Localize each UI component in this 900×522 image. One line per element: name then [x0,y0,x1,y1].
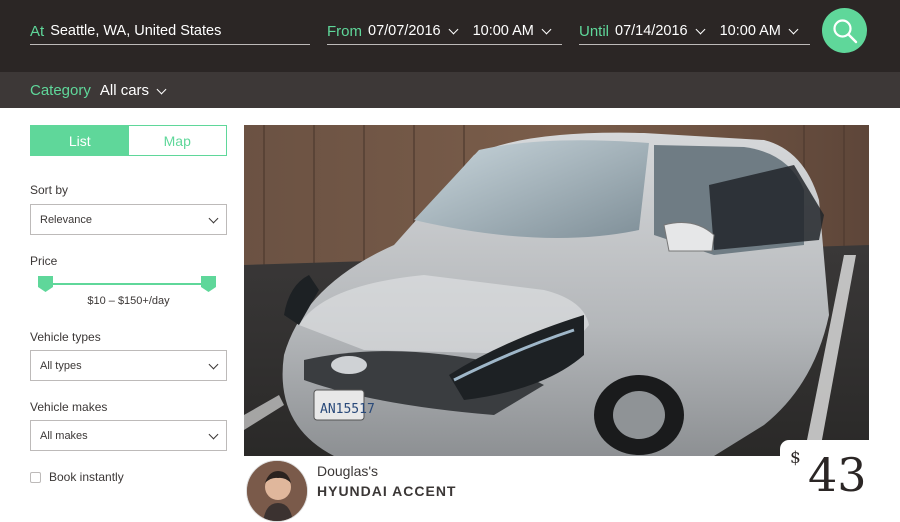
until-label: Until [579,23,610,40]
vehicle-makes-label: Vehicle makes [30,400,108,414]
location-input[interactable]: Seattle, WA, United States [50,23,221,39]
price-amount: 43 [808,448,867,502]
chevron-down-icon [208,213,219,224]
svg-text:AN15517: AN15517 [320,402,375,417]
search-icon [832,18,857,43]
price-range-text: $10 – $150+/day [87,295,170,307]
category-select[interactable]: All cars [100,82,149,99]
owner-name: Douglas's [317,463,379,479]
book-instantly-checkbox[interactable] [30,471,41,483]
sort-by-label: Sort by [30,183,69,197]
category-bar: Category All cars [0,72,900,108]
price-slider-track [45,283,209,285]
from-date-select[interactable]: 07/07/2016 [368,23,441,39]
chevron-down-icon[interactable] [695,24,706,34]
from-label: From [327,23,362,40]
category-label: Category [30,81,91,99]
price-badge: $ 43 [780,440,869,498]
until-date-select[interactable]: 07/14/2016 [615,23,688,39]
until-field: Until 07/14/2016 10:00 AM [579,16,810,45]
sort-by-value: Relevance [40,213,92,226]
location-label: At [30,23,45,40]
chevron-down-icon[interactable] [156,84,167,94]
vehicle-types-value: All types [40,359,82,372]
chevron-down-icon[interactable] [448,24,459,34]
view-toggle: List Map [30,125,227,156]
list-view-button[interactable]: List [31,126,129,155]
owner-photo [247,461,307,521]
from-field: From 07/07/2016 10:00 AM [327,16,562,45]
location-field[interactable]: At Seattle, WA, United States [30,16,310,45]
from-time-select[interactable]: 10:00 AM [473,23,534,39]
book-instantly-row[interactable]: Book instantly [30,470,124,484]
price-currency: $ [790,448,801,468]
map-view-button[interactable]: Map [128,126,226,155]
book-instantly-label: Book instantly [49,470,124,484]
filter-sidebar: List Map [30,125,227,156]
chevron-down-icon[interactable] [541,24,552,34]
listing-card[interactable]: AN15517 Douglas's HYUNDAI ACCENT $ 43 [244,125,869,522]
price-max-handle[interactable] [201,276,216,292]
vehicle-types-select[interactable]: All types [30,350,227,381]
price-slider[interactable] [38,276,216,292]
chevron-down-icon [208,429,219,440]
vehicle-types-label: Vehicle types [30,330,101,344]
chevron-down-icon[interactable] [788,24,799,34]
vehicle-makes-select[interactable]: All makes [30,420,227,451]
price-min-handle[interactable] [38,276,53,292]
sort-by-select[interactable]: Relevance [30,204,227,235]
search-button[interactable] [822,8,867,53]
vehicle-makes-value: All makes [40,429,88,442]
owner-avatar[interactable] [246,460,308,522]
search-bar: At Seattle, WA, United States From 07/07… [0,0,900,72]
until-time-select[interactable]: 10:00 AM [720,23,781,39]
car-name[interactable]: HYUNDAI ACCENT [317,483,456,499]
price-label: Price [30,254,58,268]
car-photo[interactable]: AN15517 [244,125,869,456]
car-photo-image: AN15517 [244,125,869,456]
chevron-down-icon [208,359,219,370]
